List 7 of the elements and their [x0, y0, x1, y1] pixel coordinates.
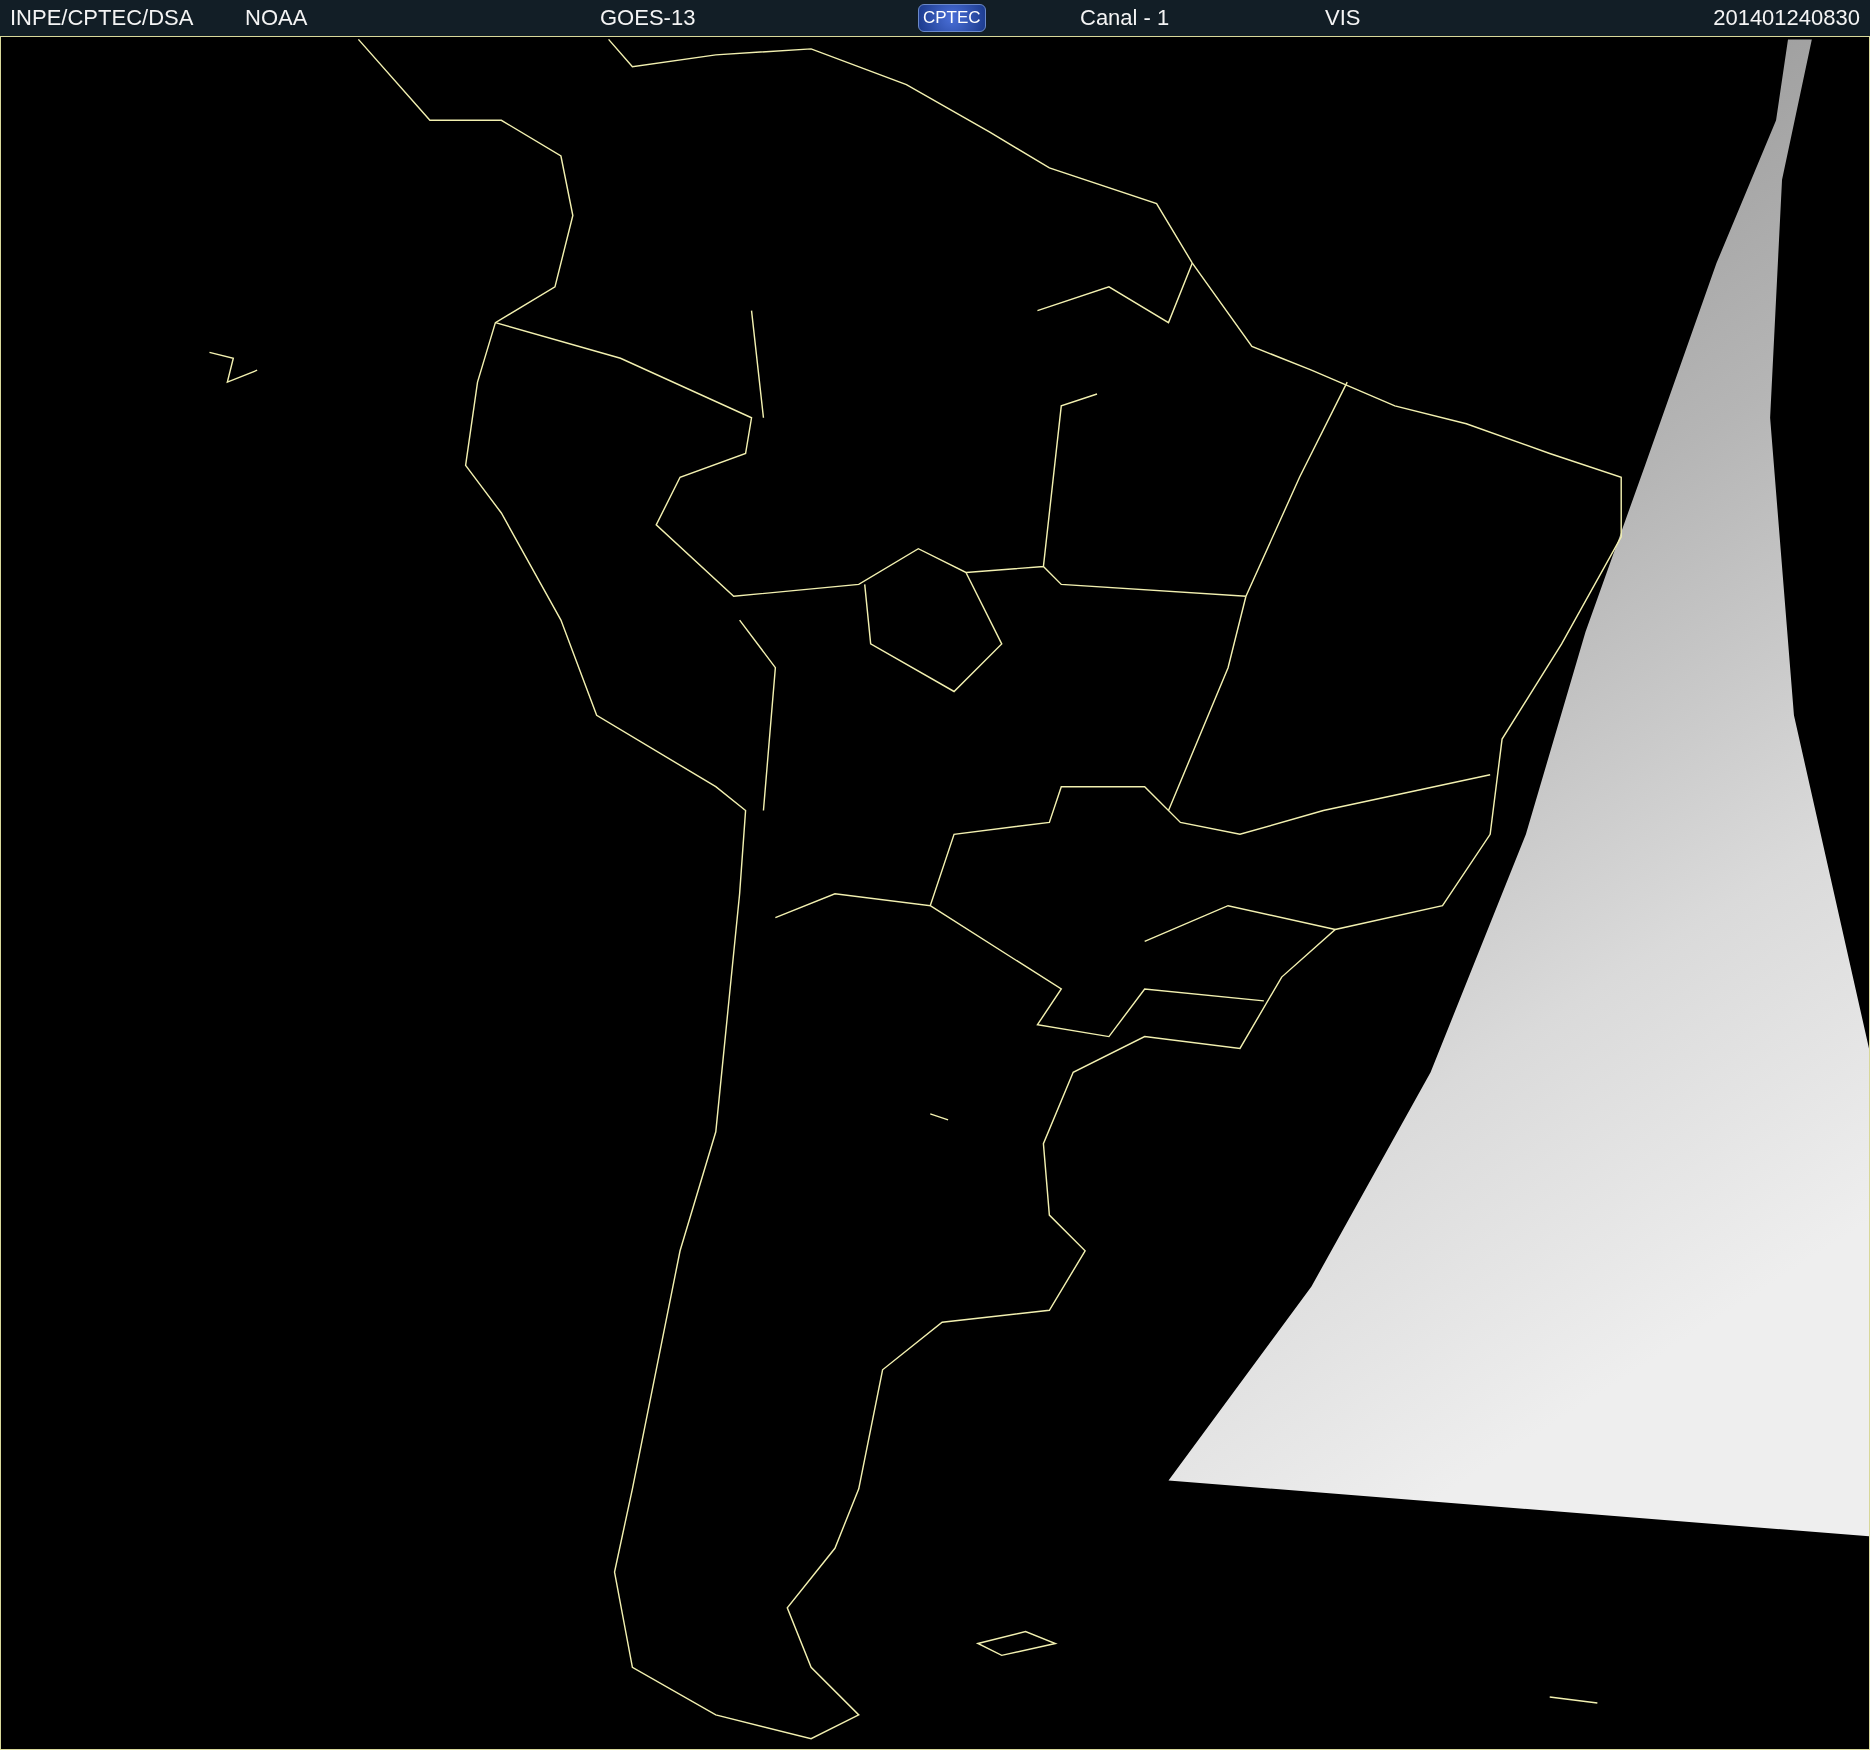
- channel-label: Canal - 1: [1080, 5, 1171, 31]
- band-label: VIS: [1325, 5, 1362, 31]
- institution-label: INPE/CPTEC/DSA: [10, 5, 195, 31]
- agency-label: NOAA: [245, 5, 309, 31]
- timestamp-label: 201401240830: [1713, 5, 1860, 31]
- satellite-label: GOES-13: [600, 5, 697, 31]
- logo-badge: CPTEC: [918, 4, 986, 32]
